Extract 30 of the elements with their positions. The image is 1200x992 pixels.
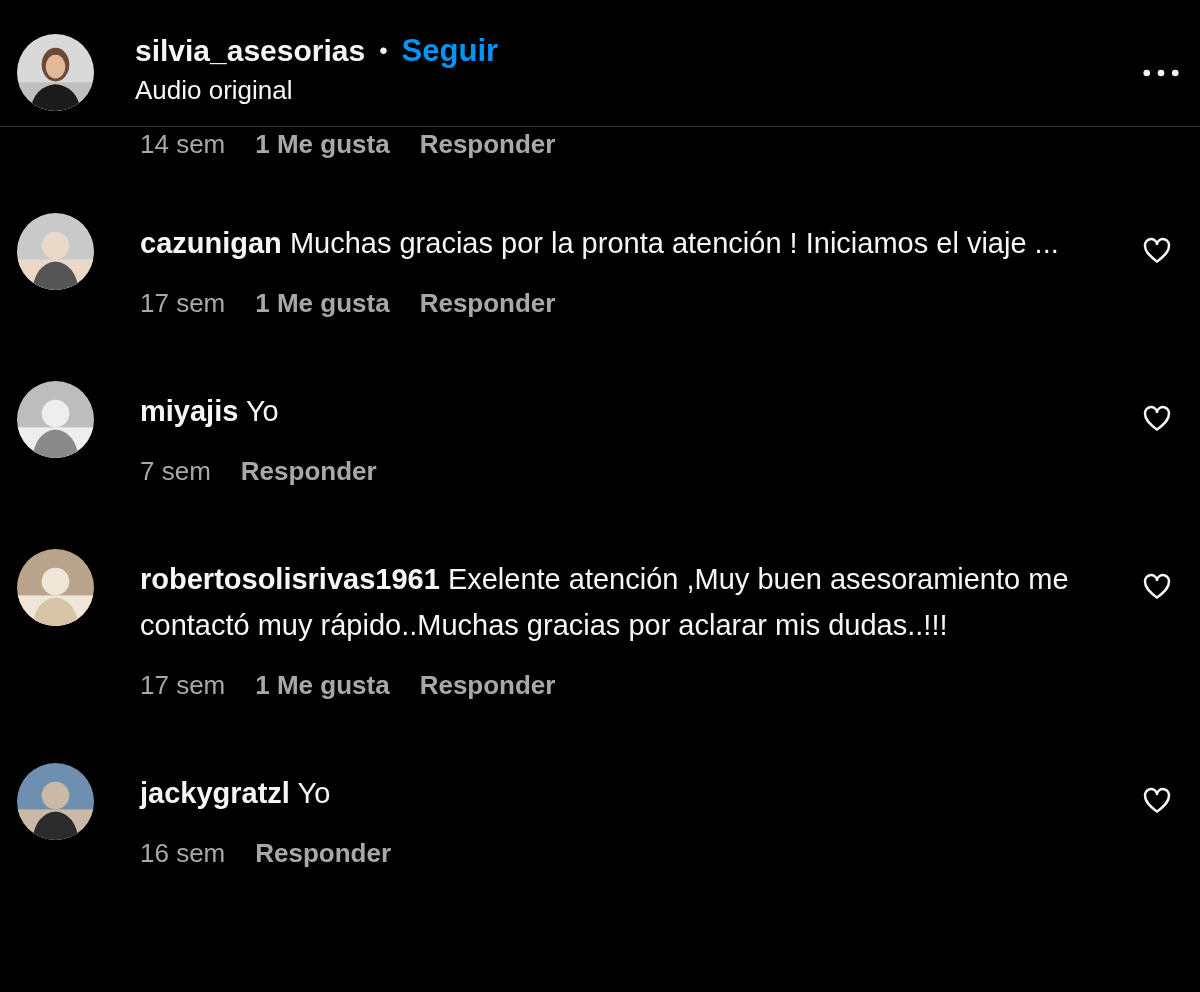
comment-time: 7 sem — [140, 456, 211, 487]
likes-count[interactable]: 1 Me gusta — [255, 670, 390, 701]
reply-button[interactable]: Responder — [255, 838, 392, 869]
comment-username[interactable]: jackygratzl — [140, 777, 290, 809]
reply-button[interactable]: Responder — [419, 670, 556, 701]
likes-count[interactable]: 1 Me gusta — [255, 129, 390, 160]
comment-text: miyajis Yo — [140, 394, 280, 429]
comment-time: 14 sem — [140, 129, 226, 160]
comment-text: cazunigan Muchas gracias por la pronta atención ! Iniciamos el viaje ... — [140, 226, 1060, 261]
comment-time: 16 sem — [140, 838, 226, 869]
reply-button[interactable]: Responder — [240, 456, 377, 487]
heart-icon[interactable] — [1142, 572, 1172, 602]
reply-button[interactable]: Responder — [419, 129, 556, 160]
comment-time: 17 sem — [140, 288, 226, 319]
heart-icon[interactable] — [1142, 404, 1172, 434]
comment-username[interactable]: miyajis — [140, 395, 239, 427]
comment-text: robertosolisrivas1961 Exelente atención ,Muy buen asesoramiento me contactó muy rápido..Muchas gracias por aclarar mis dudas..!!! — [140, 562, 1070, 643]
reply-button[interactable]: Responder — [419, 288, 556, 319]
comment-time: 17 sem — [140, 670, 226, 701]
heart-icon[interactable] — [1142, 786, 1172, 816]
heart-icon[interactable] — [1142, 236, 1172, 266]
likes-count[interactable]: 1 Me gusta — [255, 288, 390, 319]
separator-dot: • — [379, 37, 388, 65]
more-options-icon[interactable] — [1142, 68, 1180, 78]
comment-text: jackygratzl Yo — [140, 776, 332, 811]
comment-username[interactable]: cazunigan — [140, 227, 282, 259]
comment-username[interactable]: robertosolisrivas1961 — [140, 563, 440, 595]
audio-link[interactable]: Audio original — [135, 75, 499, 106]
username[interactable]: silvia_asesorias — [135, 34, 366, 68]
follow-button[interactable]: Seguir — [401, 33, 499, 69]
